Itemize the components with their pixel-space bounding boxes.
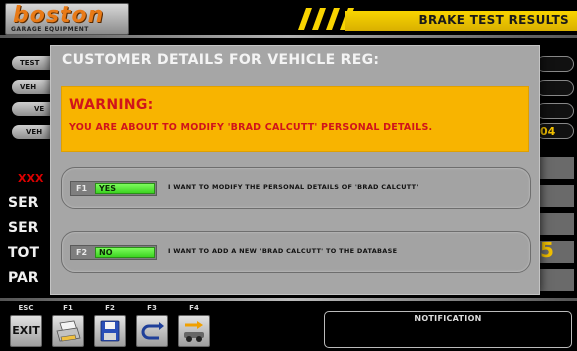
bg-field-label: VEH bbox=[20, 83, 37, 91]
f2-key-label: F2 bbox=[76, 248, 88, 257]
f3-footer-key[interactable]: F3 bbox=[132, 304, 172, 348]
dialog-title: CUSTOMER DETAILS FOR VEHICLE REG: bbox=[62, 52, 380, 68]
bg-right-panel-1 bbox=[540, 157, 574, 179]
option-add-new[interactable]: F2 NO I WANT TO ADD A NEW 'BRAD CALCUTT'… bbox=[61, 231, 531, 273]
bg-right-panel-5 bbox=[540, 269, 574, 291]
header-divider bbox=[0, 35, 577, 38]
warning-panel: WARNING: YOU ARE ABOUT TO MODIFY 'BRAD C… bbox=[61, 86, 529, 152]
notification-panel: NOTIFICATION bbox=[324, 311, 572, 348]
warning-title: WARNING: bbox=[69, 97, 154, 113]
warning-message: YOU ARE ABOUT TO MODIFY 'BRAD CALCUTT' P… bbox=[69, 122, 433, 133]
bg-field-label: VEH bbox=[26, 128, 43, 136]
vehicle-arrow-icon bbox=[184, 321, 204, 342]
footer-divider bbox=[0, 298, 577, 301]
f2-footer-label: F2 bbox=[105, 304, 115, 312]
exit-button-label: EXIT bbox=[12, 324, 40, 337]
back-button[interactable] bbox=[136, 315, 168, 347]
save-disk-icon bbox=[100, 320, 120, 342]
boston-logo: boston GARAGE EQUIPMENT bbox=[5, 3, 129, 35]
f1-footer-key[interactable]: F1 bbox=[48, 304, 88, 348]
header-title-bar: BRAKE TEST RESULTS bbox=[345, 11, 577, 31]
bg-right-big-value: 5 bbox=[540, 238, 554, 262]
notification-label: NOTIFICATION bbox=[414, 314, 482, 323]
esc-key[interactable]: ESC EXIT bbox=[6, 304, 46, 348]
bg-right-field-1[interactable] bbox=[536, 56, 574, 72]
bg-label-service-1: SER bbox=[8, 195, 39, 211]
yes-button[interactable]: YES bbox=[95, 183, 155, 194]
f1-key-group: F1 YES bbox=[70, 181, 157, 196]
f1-footer-label: F1 bbox=[63, 304, 73, 312]
bg-xxx-text: XXX bbox=[18, 172, 44, 185]
bg-label-service-2: SER bbox=[8, 220, 39, 236]
bg-right-panel-3 bbox=[540, 213, 574, 235]
f4-footer-label: F4 bbox=[189, 304, 199, 312]
save-button[interactable] bbox=[94, 315, 126, 347]
exit-button[interactable]: EXIT bbox=[10, 315, 42, 347]
esc-key-label: ESC bbox=[18, 304, 34, 312]
option-modify-details[interactable]: F1 YES I WANT TO MODIFY THE PERSONAL DET… bbox=[61, 167, 531, 209]
f2-footer-key[interactable]: F2 bbox=[90, 304, 130, 348]
vehicle-button[interactable] bbox=[178, 315, 210, 347]
bg-right-panel-2 bbox=[540, 185, 574, 207]
page-title: BRAKE TEST RESULTS bbox=[418, 13, 569, 27]
logo-text: boston bbox=[13, 3, 105, 28]
bg-label-total: TOT bbox=[8, 245, 40, 261]
back-arrow-icon bbox=[141, 322, 164, 340]
customer-details-dialog: CUSTOMER DETAILS FOR VEHICLE REG: WARNIN… bbox=[50, 45, 540, 295]
no-button[interactable]: NO bbox=[95, 247, 155, 258]
f3-footer-label: F3 bbox=[147, 304, 157, 312]
f1-key-label: F1 bbox=[76, 184, 88, 193]
printer-icon bbox=[56, 320, 81, 342]
logo-subtitle: GARAGE EQUIPMENT bbox=[11, 26, 89, 33]
bg-right-field-4[interactable]: 04 bbox=[536, 123, 574, 139]
option-modify-text: I WANT TO MODIFY THE PERSONAL DETAILS OF… bbox=[168, 183, 419, 191]
f4-footer-key[interactable]: F4 bbox=[174, 304, 214, 348]
header-bar: boston GARAGE EQUIPMENT BRAKE TEST RESUL… bbox=[0, 0, 577, 38]
bg-right-value: 04 bbox=[540, 125, 556, 138]
f2-key-group: F2 NO bbox=[70, 245, 157, 260]
bg-right-field-3[interactable] bbox=[536, 103, 574, 119]
yes-button-label: YES bbox=[99, 184, 117, 193]
bg-field-label: VE bbox=[34, 105, 45, 113]
no-button-label: NO bbox=[99, 248, 113, 257]
bg-field-label: TEST bbox=[20, 59, 40, 67]
bg-label-park: PAR bbox=[8, 270, 39, 286]
bg-right-field-2[interactable] bbox=[536, 80, 574, 96]
option-add-text: I WANT TO ADD A NEW 'BRAD CALCUTT' TO TH… bbox=[168, 247, 398, 255]
print-button[interactable] bbox=[52, 315, 84, 347]
